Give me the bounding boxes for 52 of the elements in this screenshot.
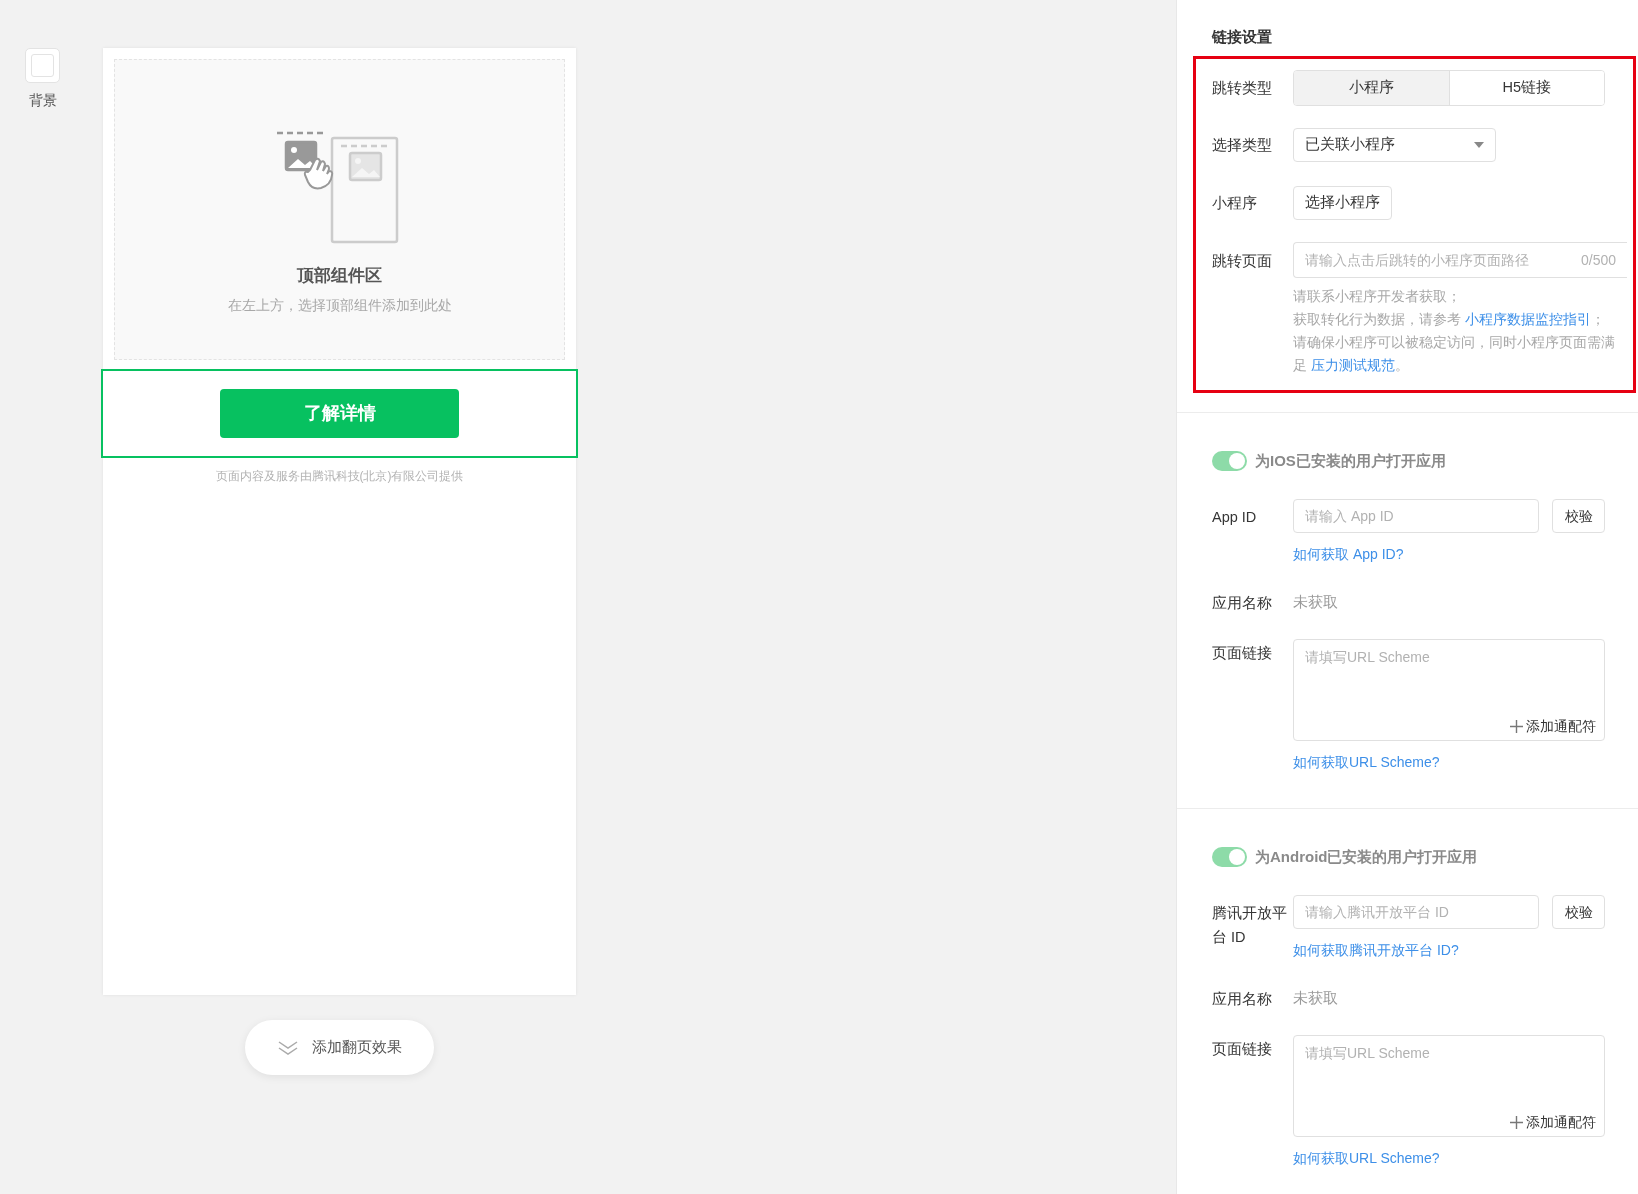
help-link[interactable]: 如何获取腾讯开放平台 ID? (1293, 939, 1605, 961)
jump-type-tab[interactable]: 小程序 (1294, 71, 1449, 105)
help-link[interactable]: 如何获取URL Scheme? (1293, 751, 1605, 773)
help-text: 请确保小程序可以被稳定访问，同时小程序页面需满足 压力测试规范。 (1293, 334, 1616, 375)
verify-button[interactable]: 校验 (1552, 499, 1605, 533)
zone-title: 顶部组件区 (297, 265, 382, 287)
url-scheme-textarea[interactable]: 请填写URL Scheme 添加通配符 (1293, 1035, 1605, 1137)
zone-hint: 在左上方，选择顶部组件添加到此处 (227, 295, 452, 315)
select-mini-program-button[interactable]: 选择小程序 (1293, 186, 1392, 220)
tool-label: 背景 (28, 91, 57, 110)
jump-type-tab[interactable]: H5链接 (1448, 71, 1604, 105)
field-label: App ID (1212, 509, 1257, 525)
textarea-placeholder: 请填写URL Scheme (1305, 648, 1430, 667)
field-label: 应用名称 (1212, 991, 1272, 1007)
help-link[interactable]: 如何获取URL Scheme? (1293, 1147, 1605, 1169)
textarea-placeholder: 请填写URL Scheme (1305, 1044, 1430, 1063)
id-input-field[interactable]: 请输入腾讯开放平台 ID (1293, 895, 1539, 929)
url-scheme-textarea[interactable]: 请填写URL Scheme 添加通配符 (1293, 639, 1605, 741)
add-wildcard-button[interactable]: 添加通配符 (1510, 1112, 1596, 1133)
plus-icon (1510, 1116, 1523, 1129)
field-label: 跳转页面 (1212, 253, 1272, 269)
plus-icon (1510, 720, 1523, 733)
field-label: 跳转类型 (1212, 80, 1272, 96)
add-page-effect-button[interactable]: 添加翻页效果 (245, 1020, 434, 1075)
section-title: 为IOS已安装的用户打开应用 (1255, 450, 1446, 471)
type-select[interactable]: 已关联小程序 (1293, 128, 1496, 162)
help-link[interactable]: 小程序数据监控指引 (1464, 312, 1591, 327)
help-text: 获取转化行为数据，请参考 小程序数据监控指引； (1293, 311, 1606, 329)
field-label: 腾讯开放平台 ID (1212, 905, 1287, 945)
app-name-value: 未获取 (1293, 593, 1338, 613)
id-input-field[interactable]: 请输入 App ID (1293, 499, 1539, 533)
char-counter: 0/500 (1580, 250, 1616, 270)
app-name-value: 未获取 (1293, 989, 1338, 1009)
input-placeholder: 请输入点击后跳转的小程序页面路径 (1305, 250, 1529, 270)
double-chevron-icon (277, 1039, 298, 1056)
verify-button[interactable]: 校验 (1552, 895, 1605, 929)
toggle-switch[interactable] (1212, 451, 1247, 471)
help-text: 请联系小程序开发者获取； (1293, 288, 1462, 306)
field-label: 页面链接 (1212, 645, 1272, 661)
section-title: 为Android已安装的用户打开应用 (1255, 846, 1478, 867)
help-link[interactable]: 如何获取 App ID? (1293, 543, 1605, 565)
dropdown-caret-icon (1474, 142, 1484, 148)
toggle-switch[interactable] (1212, 847, 1247, 867)
field-label: 选择类型 (1212, 137, 1272, 153)
add-wildcard-button[interactable]: 添加通配符 (1510, 716, 1596, 737)
field-label: 页面链接 (1212, 1041, 1272, 1057)
field-label: 应用名称 (1212, 595, 1272, 611)
help-link[interactable]: 压力测试规范 (1310, 358, 1395, 373)
footer-text: 页面内容及服务由腾讯科技(北京)有限公司提供 (215, 468, 464, 485)
background-tool-icon[interactable] (25, 48, 60, 83)
panel-title: 链接设置 (1212, 28, 1272, 45)
field-label: 小程序 (1212, 195, 1257, 211)
